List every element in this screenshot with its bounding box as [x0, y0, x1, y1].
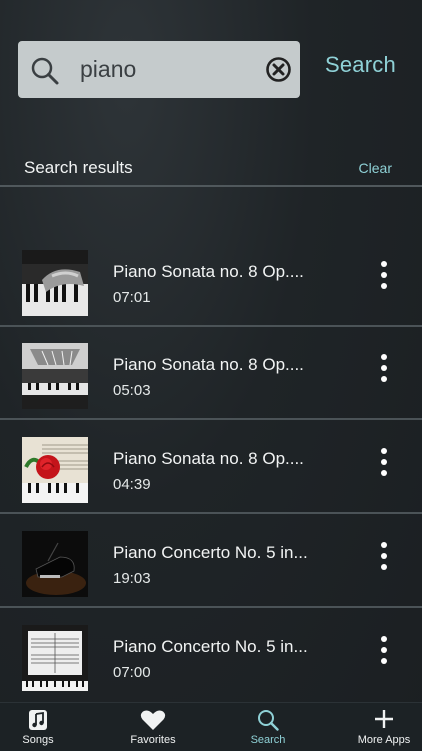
tab-label: More Apps	[357, 734, 411, 746]
list-item[interactable]: Piano Sonata no. 8 Op.... 05:03	[0, 327, 422, 420]
song-title: Piano Sonata no. 8 Op....	[113, 449, 304, 468]
grand-piano-stage-image	[22, 531, 88, 597]
search-input[interactable]: piano	[80, 41, 136, 98]
song-duration: 07:00	[113, 664, 151, 681]
tab-bar: Songs Favorites Search More Apps	[0, 702, 422, 751]
rose-on-sheet-music-image	[22, 437, 88, 503]
song-title: Piano Concerto No. 5 in...	[113, 543, 308, 562]
song-title: Piano Sonata no. 8 Op....	[113, 355, 304, 374]
row-divider	[0, 606, 422, 608]
more-options-icon[interactable]	[374, 633, 394, 667]
more-options-icon[interactable]	[374, 258, 394, 292]
list-item[interactable]: Piano Concerto No. 5 in... 07:00	[0, 609, 422, 702]
tab-songs[interactable]: Songs	[0, 703, 76, 751]
song-title: Piano Sonata no. 8 Op....	[113, 262, 304, 281]
list-item[interactable]: Piano Sonata no. 8 Op.... 04:39	[0, 421, 422, 514]
sheet-music-on-piano-image	[22, 625, 88, 691]
more-options-icon[interactable]	[374, 445, 394, 479]
song-duration: 05:03	[113, 382, 151, 399]
tab-label: Search	[250, 734, 286, 746]
row-divider	[0, 512, 422, 514]
song-title: Piano Concerto No. 5 in...	[113, 637, 308, 656]
music-note-icon	[29, 710, 47, 730]
song-duration: 19:03	[113, 570, 151, 587]
hands-on-piano-image	[22, 250, 88, 316]
search-button[interactable]: Search	[325, 52, 396, 78]
header-divider	[0, 185, 422, 187]
row-divider	[0, 418, 422, 420]
heart-icon	[140, 710, 166, 730]
song-duration: 07:01	[113, 289, 151, 306]
search-icon	[31, 57, 59, 85]
list-item[interactable]: Piano Concerto No. 5 in... 19:03	[0, 515, 422, 608]
list-item[interactable]: Piano Sonata no. 8 Op.... 07:01	[0, 234, 422, 327]
clear-results-button[interactable]: Clear	[359, 160, 392, 176]
more-options-icon[interactable]	[374, 351, 394, 385]
search-icon	[258, 710, 279, 731]
more-options-icon[interactable]	[374, 539, 394, 573]
tab-search[interactable]: Search	[228, 703, 308, 751]
song-duration: 04:39	[113, 476, 151, 493]
piano-interior-image	[22, 343, 88, 409]
tab-label: Favorites	[130, 734, 176, 746]
search-field[interactable]: piano	[18, 41, 300, 98]
plus-icon	[375, 710, 393, 728]
clear-input-icon[interactable]	[265, 56, 292, 83]
tab-more-apps[interactable]: More Apps	[346, 703, 422, 751]
tab-label: Songs	[22, 734, 54, 746]
tab-favorites[interactable]: Favorites	[110, 703, 196, 751]
results-heading: Search results	[24, 158, 133, 177]
